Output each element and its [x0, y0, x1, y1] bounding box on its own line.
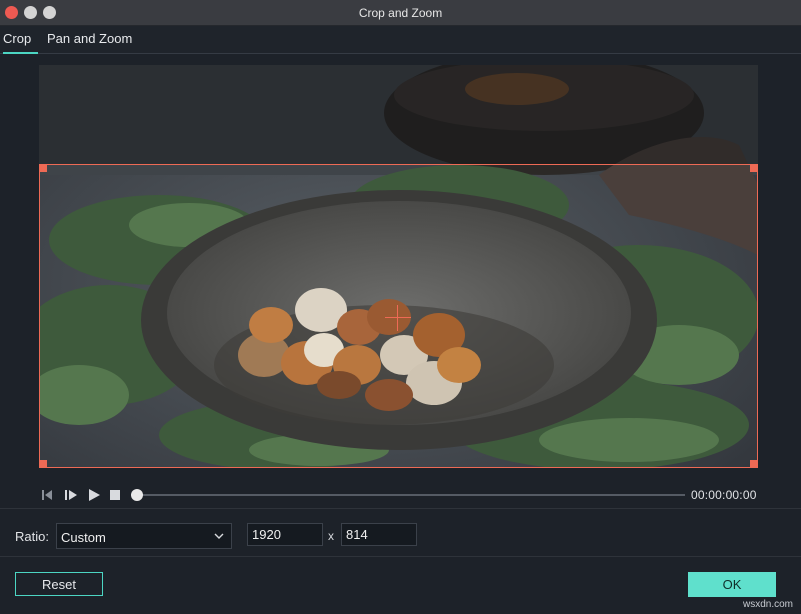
window-title: Crop and Zoom — [358, 6, 443, 20]
dimension-separator: x — [328, 529, 334, 543]
chevron-down-icon — [213, 529, 225, 547]
play-icon[interactable] — [87, 488, 101, 502]
ratio-label: Ratio: — [15, 529, 49, 544]
crop-width-input[interactable] — [247, 523, 323, 546]
reset-button[interactable]: Reset — [15, 572, 103, 596]
video-preview — [39, 65, 758, 468]
crop-outside-mask — [39, 65, 758, 164]
crosshair-icon — [385, 317, 411, 318]
ratio-settings: Ratio: Custom x — [0, 508, 801, 556]
crop-handle-top-right[interactable] — [750, 164, 758, 172]
dialog-footer: Reset OK wsxdn.com — [0, 556, 801, 614]
playhead-handle[interactable] — [131, 489, 143, 501]
crop-handle-bottom-right[interactable] — [750, 460, 758, 468]
crop-frame[interactable] — [39, 164, 758, 468]
previous-frame-icon[interactable] — [41, 488, 55, 502]
watermark: wsxdn.com — [742, 599, 793, 610]
playback-controls: 00:00:00:00 — [0, 480, 801, 508]
ok-button[interactable]: OK — [688, 572, 776, 597]
play-frame-icon[interactable] — [64, 488, 78, 502]
tab-pan-and-zoom[interactable]: Pan and Zoom — [47, 31, 132, 52]
title-bar: Crop and Zoom — [0, 0, 801, 26]
ratio-select[interactable]: Custom — [56, 523, 232, 549]
crop-handle-top-left[interactable] — [39, 164, 47, 172]
stop-icon[interactable] — [108, 488, 122, 502]
crop-height-input[interactable] — [341, 523, 417, 546]
timeline-track[interactable] — [137, 494, 685, 496]
ratio-selected-value: Custom — [61, 530, 106, 545]
tab-crop[interactable]: Crop — [3, 31, 38, 54]
timecode: 00:00:00:00 — [691, 488, 757, 502]
crosshair-vertical — [397, 305, 398, 331]
tab-bar: Crop Pan and Zoom — [0, 26, 801, 54]
crop-handle-bottom-left[interactable] — [39, 460, 47, 468]
